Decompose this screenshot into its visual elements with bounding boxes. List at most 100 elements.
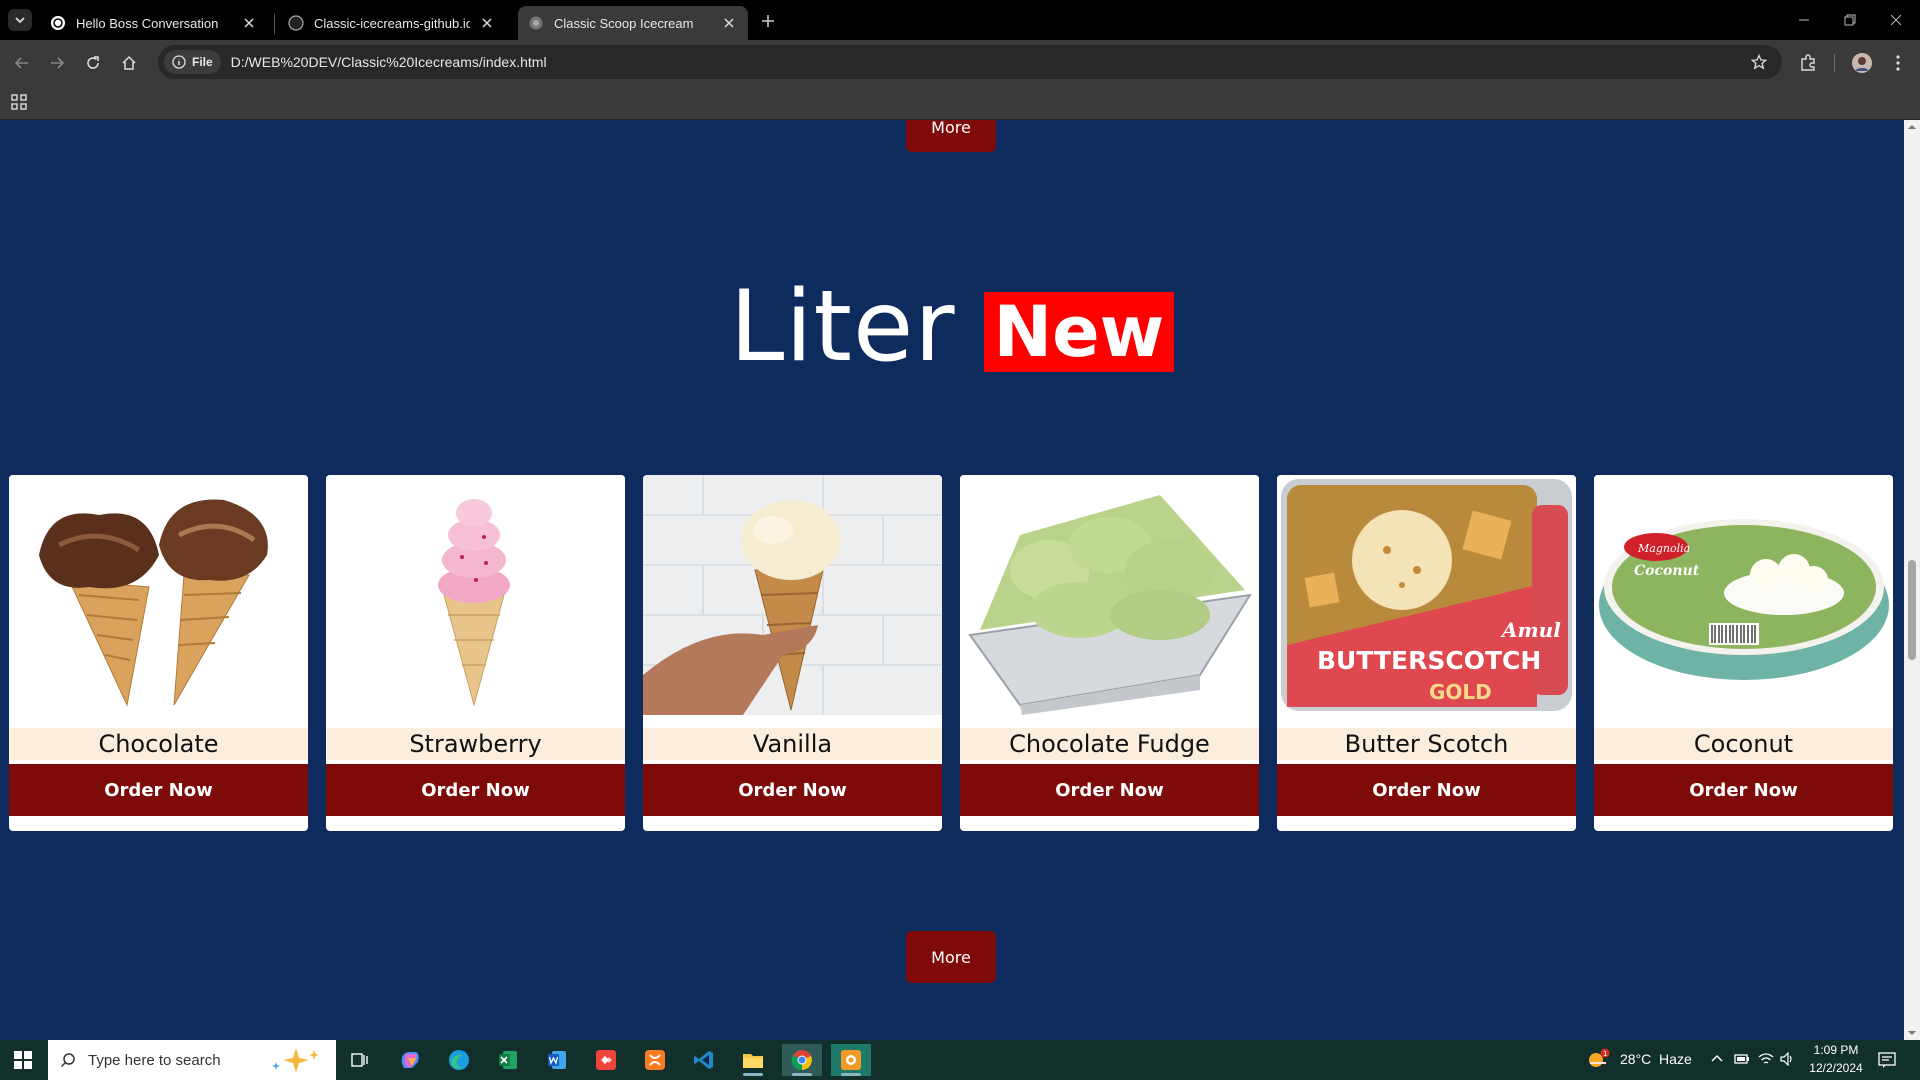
- page-scrollbar[interactable]: [1904, 120, 1920, 1040]
- restore-button[interactable]: [1836, 8, 1864, 32]
- tab-hello-boss[interactable]: Hello Boss Conversation: [40, 6, 268, 40]
- reload-icon: [87, 56, 99, 69]
- globe-icon: [529, 16, 543, 30]
- order-now-button[interactable]: Order Now: [960, 764, 1259, 816]
- blender-app[interactable]: [831, 1044, 871, 1076]
- chrome-app[interactable]: [782, 1044, 822, 1076]
- browser-menu-button[interactable]: [1885, 50, 1911, 76]
- volume-icon[interactable]: [1780, 1052, 1796, 1066]
- clock-date[interactable]: 12/2/2024: [1806, 1061, 1866, 1075]
- extensions-button[interactable]: [1795, 50, 1821, 76]
- product-card-chocolate: Chocolate Order Now: [9, 475, 308, 831]
- address-bar[interactable]: File D:/WEB%20DEV/Classic%20Icecreams/in…: [158, 45, 1782, 79]
- profile-button[interactable]: [1849, 50, 1875, 76]
- anydesk-app[interactable]: [586, 1044, 626, 1076]
- browser-toolbar: File D:/WEB%20DEV/Classic%20Icecreams/in…: [0, 40, 1920, 84]
- copilot-app[interactable]: [390, 1044, 430, 1076]
- weather-text[interactable]: 28°C Haze: [1620, 1051, 1692, 1067]
- info-icon: [172, 55, 186, 69]
- scrollbar-thumb[interactable]: [1908, 560, 1916, 660]
- file-explorer-app[interactable]: [733, 1044, 773, 1076]
- scroll-down-icon[interactable]: [1908, 1029, 1916, 1037]
- edge-icon: [449, 1050, 469, 1070]
- chevron-up-icon[interactable]: [1710, 1052, 1724, 1066]
- close-window-button[interactable]: [1882, 8, 1910, 32]
- strawberry-cone-image: [326, 475, 625, 715]
- chatgpt-icon: [51, 16, 65, 30]
- more-button-top[interactable]: More: [906, 120, 996, 152]
- tab-title: Hello Boss Conversation: [76, 15, 219, 31]
- svg-text:1: 1: [1603, 1050, 1607, 1058]
- order-now-button[interactable]: Order Now: [1277, 764, 1576, 816]
- home-button[interactable]: [116, 50, 142, 76]
- search-placeholder: Type here to search: [88, 1051, 221, 1069]
- product-name: Chocolate: [9, 728, 308, 760]
- forward-button[interactable]: [44, 50, 70, 76]
- vanilla-cone-image: [643, 475, 942, 715]
- tub-flavour-text: Coconut: [1634, 563, 1700, 579]
- pistachio-tub-image: [960, 475, 1259, 715]
- tab-classic-scoop[interactable]: Classic Scoop Icecream: [518, 6, 748, 40]
- url-text[interactable]: D:/WEB%20DEV/Classic%20Icecreams/index.h…: [231, 54, 547, 70]
- more-vertical-icon: [1896, 55, 1900, 71]
- close-icon[interactable]: [478, 14, 496, 32]
- tab-github[interactable]: Classic-icecreams-github.io/RE/: [278, 6, 506, 40]
- close-icon: [1890, 14, 1902, 26]
- heading-word: Liter: [729, 270, 956, 384]
- apps-grid-icon[interactable]: [10, 93, 28, 111]
- running-indicator: [743, 1073, 763, 1076]
- battery-icon[interactable]: [1734, 1052, 1750, 1066]
- product-card-butter-scotch: Amul BUTTERSCOTCH GOLD Butter Scotch Ord…: [1277, 475, 1576, 831]
- wifi-icon[interactable]: [1758, 1052, 1774, 1066]
- tab-search-button[interactable]: [8, 9, 32, 31]
- product-name: Strawberry: [326, 728, 625, 760]
- product-card-strawberry: Strawberry Order Now: [326, 475, 625, 831]
- tub-brand-text: Amul: [1500, 618, 1561, 642]
- new-badge: New: [983, 291, 1175, 373]
- notifications-icon[interactable]: [1878, 1051, 1896, 1069]
- xampp-icon: [645, 1050, 665, 1070]
- order-now-button[interactable]: Order Now: [9, 764, 308, 816]
- tab-title: Classic Scoop Icecream: [554, 15, 694, 31]
- back-button[interactable]: [9, 50, 35, 76]
- taskbar-search-box[interactable]: Type here to search: [48, 1040, 336, 1080]
- order-now-button[interactable]: Order Now: [326, 764, 625, 816]
- word-app[interactable]: [537, 1044, 577, 1076]
- xampp-app[interactable]: [635, 1044, 675, 1076]
- coconut-tub-image: Magnolia Coconut: [1594, 475, 1893, 715]
- search-icon: [60, 1053, 75, 1068]
- clock-time[interactable]: 1:09 PM: [1812, 1043, 1860, 1057]
- chocolate-cones-image: [9, 475, 308, 715]
- scroll-up-icon[interactable]: [1908, 123, 1916, 131]
- running-indicator: [841, 1073, 861, 1076]
- avatar: [1852, 53, 1872, 73]
- minimize-button[interactable]: [1790, 8, 1818, 32]
- task-view-button[interactable]: [340, 1044, 380, 1076]
- product-card-coconut: Magnolia Coconut Coconut Order Now: [1594, 475, 1893, 831]
- plus-icon: [762, 15, 774, 27]
- sparkle-icon: [272, 1048, 319, 1073]
- reload-button[interactable]: [80, 50, 106, 76]
- order-now-button[interactable]: Order Now: [643, 764, 942, 816]
- start-button[interactable]: [0, 1040, 46, 1080]
- excel-icon: [499, 1051, 517, 1069]
- page-viewport: More Liter New Chocolate Order Now Straw…: [0, 120, 1904, 1040]
- site-info-chip[interactable]: File: [164, 50, 221, 74]
- bookmarks-bar: [0, 84, 1920, 120]
- tab-separator: [274, 14, 275, 34]
- close-icon[interactable]: [720, 14, 738, 32]
- new-tab-button[interactable]: [756, 10, 780, 32]
- forward-arrow-icon: [51, 57, 65, 69]
- windows-logo-icon: [14, 1051, 32, 1069]
- chrome-icon: [791, 1050, 812, 1071]
- bookmark-star-button[interactable]: [1748, 51, 1770, 73]
- edge-app[interactable]: [439, 1044, 479, 1076]
- more-button-bottom[interactable]: More: [906, 931, 996, 983]
- order-now-button[interactable]: Order Now: [1594, 764, 1893, 816]
- close-icon[interactable]: [240, 14, 258, 32]
- butterscotch-tub-image: Amul BUTTERSCOTCH GOLD: [1277, 475, 1576, 715]
- vscode-app[interactable]: [684, 1044, 724, 1076]
- excel-app[interactable]: [488, 1044, 528, 1076]
- tab-title: Classic-icecreams-github.io/RE/: [314, 15, 470, 31]
- weather-icon[interactable]: 1: [1586, 1048, 1610, 1070]
